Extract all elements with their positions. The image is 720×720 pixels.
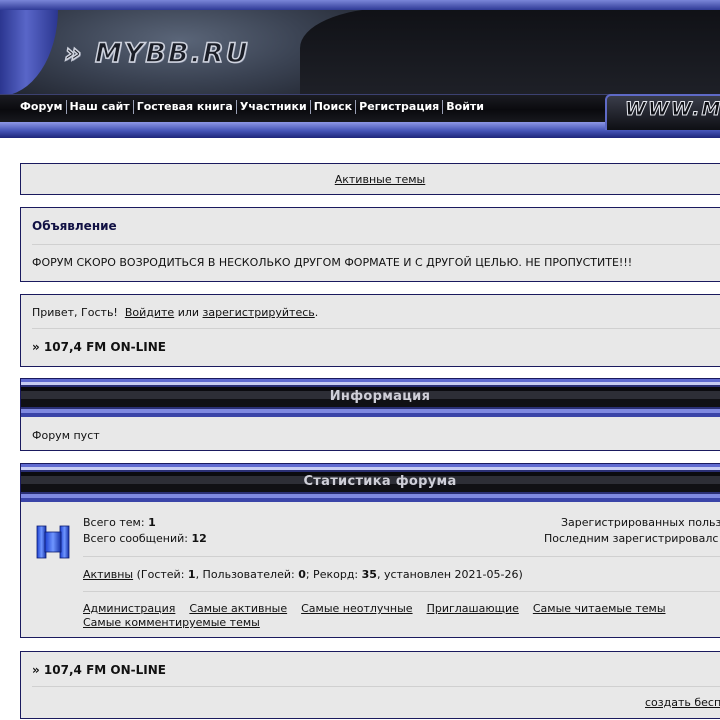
period-text: .	[314, 306, 319, 319]
link-most-commented-topics[interactable]: Самые комментируемые темы	[83, 616, 260, 629]
last-registered: Последним зарегистрировалс	[544, 532, 719, 545]
divider	[32, 686, 720, 687]
nav-login[interactable]: Войти	[442, 100, 487, 114]
online-line: Активны (Гостей: 1, Пользователей: 0; Ре…	[83, 568, 523, 581]
link-inviters[interactable]: Приглашающие	[427, 602, 519, 615]
radio-title: » 107,4 FM ON-LINE	[32, 340, 166, 354]
nav-search[interactable]: Поиск	[309, 100, 355, 114]
total-topics: Всего тем: 1	[83, 516, 156, 529]
site-logo[interactable]: » MYBB.RU	[63, 37, 250, 70]
record-date: , установлен 2021-05-26)	[376, 568, 523, 581]
stats-icon	[36, 525, 70, 559]
nav-our-site[interactable]: Наш сайт	[65, 100, 133, 114]
link-most-constant[interactable]: Самые неотлучные	[301, 602, 412, 615]
register-link[interactable]: зарегистрируйтесь	[203, 306, 315, 319]
total-topics-value: 1	[148, 516, 156, 529]
registered-users: Зарегистрированных польз	[561, 516, 720, 529]
welcome-panel: Привет, Гость! Войдите или зарегистрируй…	[20, 294, 720, 367]
www-badge-text[interactable]: WWW.MY	[624, 98, 720, 121]
link-most-active[interactable]: Самые активные	[189, 602, 287, 615]
active-topics-panel: Активные темы	[20, 163, 720, 195]
info-header-bar: Информация	[21, 379, 720, 417]
nav-register[interactable]: Регистрация	[355, 100, 442, 114]
stats-links-row-2: Самые комментируемые темы	[83, 616, 260, 629]
welcome-line: Привет, Гость! Войдите или зарегистрируй…	[32, 306, 318, 319]
total-topics-label: Всего тем:	[83, 516, 145, 529]
stats-header-bar: Статистика форума	[21, 464, 720, 502]
link-most-read-topics[interactable]: Самые читаемые темы	[533, 602, 666, 615]
users-label: , Пользователей:	[195, 568, 295, 581]
announcement-panel: Объявление ФОРУМ СКОРО ВОЗРОДИТЬСЯ В НЕС…	[20, 207, 720, 282]
divider	[83, 591, 720, 592]
or-text: или	[177, 306, 200, 319]
active-users-link[interactable]: Активны	[83, 568, 133, 581]
announcement-text: ФОРУМ СКОРО ВОЗРОДИТЬСЯ В НЕСКОЛЬКО ДРУГ…	[32, 256, 633, 269]
record-value: 35	[361, 568, 377, 581]
footer-panel: » 107,4 FM ON-LINE создать бесп	[20, 651, 720, 719]
stats-panel: Статистика форума Всего тем: 1 Всего соо…	[20, 463, 720, 638]
divider	[32, 244, 720, 245]
header-top-strip	[0, 0, 720, 10]
total-posts: Всего сообщений: 12	[83, 532, 207, 545]
nav-members[interactable]: Участники	[235, 100, 310, 114]
footer-radio-title: » 107,4 FM ON-LINE	[32, 663, 166, 677]
link-administration[interactable]: Администрация	[83, 602, 175, 615]
divider	[32, 328, 720, 329]
stats-title: Статистика форума	[303, 474, 457, 489]
welcome-greeting: Привет, Гость!	[32, 306, 118, 319]
create-free-forum-link[interactable]: создать бесп	[645, 696, 720, 709]
create-forum-link: создать бесп	[645, 696, 720, 709]
nav-guestbook[interactable]: Гостевая книга	[132, 100, 236, 114]
divider	[83, 556, 720, 557]
header-bottom-edge	[0, 138, 720, 140]
record-label: ; Рекорд:	[305, 568, 359, 581]
main-menu: Форум Наш сайт Гостевая книга Участники …	[17, 100, 487, 114]
nav-forum[interactable]: Форум	[17, 100, 66, 114]
info-panel: Информация Форум пуст	[20, 378, 720, 451]
guests-value: 1	[187, 568, 196, 581]
total-posts-label: Всего сообщений:	[83, 532, 188, 545]
active-topics-link[interactable]: Активные темы	[335, 173, 426, 186]
announcement-title: Объявление	[32, 219, 117, 233]
info-text: Форум пуст	[32, 429, 100, 442]
site-header: » MYBB.RU Форум Наш сайт Гостевая книга …	[0, 0, 720, 140]
users-value: 0	[298, 568, 306, 581]
info-title: Информация	[329, 389, 431, 404]
login-link[interactable]: Войдите	[125, 306, 174, 319]
stats-links-row: Администрация Самые активные Самые неотл…	[83, 602, 666, 615]
total-posts-value: 12	[191, 532, 207, 545]
header-dark-area	[300, 8, 720, 94]
guests-label: (Гостей:	[136, 568, 185, 581]
